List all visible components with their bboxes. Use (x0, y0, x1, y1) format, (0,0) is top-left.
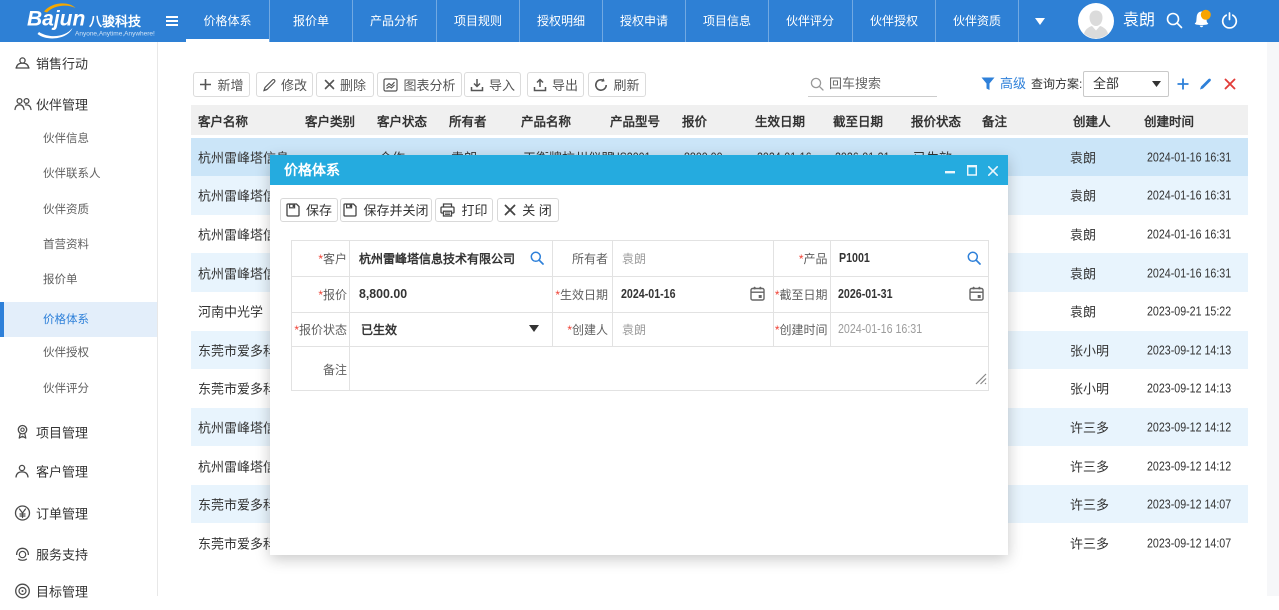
svg-text:Anyone,Anytime,Anywhere!: Anyone,Anytime,Anywhere! (75, 31, 155, 38)
svg-text:八骏科技: 八骏科技 (88, 14, 142, 29)
svg-text:Bajun: Bajun (27, 8, 85, 31)
